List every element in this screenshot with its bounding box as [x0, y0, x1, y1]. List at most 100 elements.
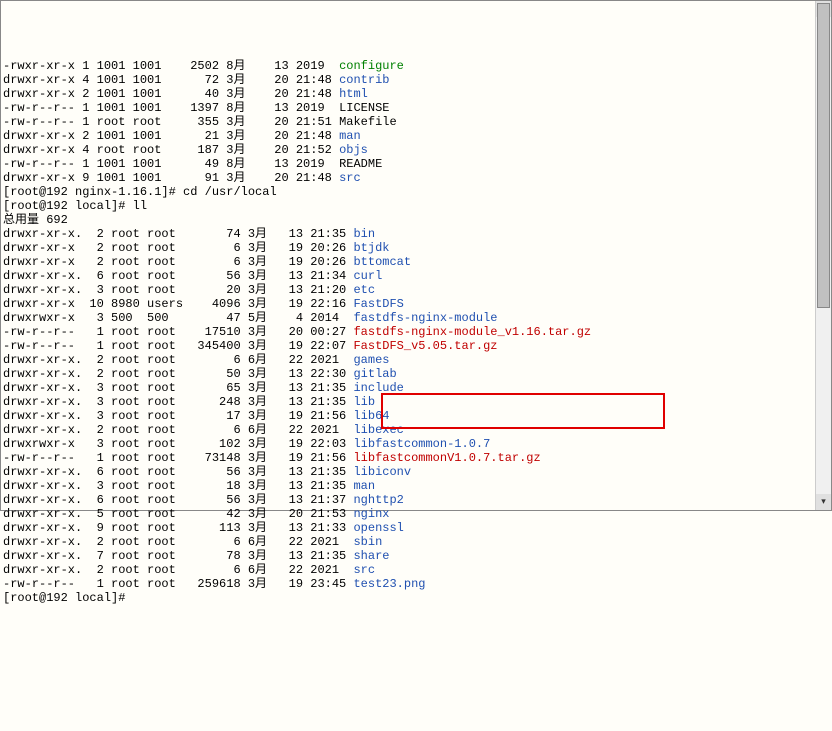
file-name: curl [353, 269, 382, 283]
file-name: fastdfs-nginx-module [353, 311, 497, 325]
row-meta: drwxr-xr-x 4 1001 1001 72 3月 20 21:48 [3, 73, 339, 87]
row-meta: drwxr-xr-x. 2 root root 74 3月 13 21:35 [3, 227, 353, 241]
list-row: drwxr-xr-x 10 8980 users 4096 3月 19 22:1… [3, 297, 829, 311]
row-meta: drwxr-xr-x. 2 root root 6 6月 22 2021 [3, 563, 353, 577]
row-meta: -rw-r--r-- 1 1001 1001 49 8月 13 2019 [3, 157, 339, 171]
prompt-line[interactable]: [root@192 local]# [3, 591, 829, 605]
list-row: drwxr-xr-x. 2 root root 50 3月 13 22:30 g… [3, 367, 829, 381]
list-row: drwxr-xr-x. 6 root root 56 3月 13 21:34 c… [3, 269, 829, 283]
row-meta: -rw-r--r-- 1 root root 17510 3月 20 00:27 [3, 325, 353, 339]
total-line: 总用量 692 [3, 213, 829, 227]
file-name: bttomcat [353, 255, 411, 269]
list-row: drwxr-xr-x. 2 root root 74 3月 13 21:35 b… [3, 227, 829, 241]
list-row: drwxr-xr-x 2 root root 6 3月 19 20:26 btt… [3, 255, 829, 269]
row-meta: drwxr-xr-x. 3 root root 18 3月 13 21:35 [3, 479, 353, 493]
list-row: drwxr-xr-x 2 1001 1001 21 3月 20 21:48 ma… [3, 129, 829, 143]
list-row: drwxr-xr-x. 2 root root 6 6月 22 2021 gam… [3, 353, 829, 367]
list-row: -rw-r--r-- 1 1001 1001 1397 8月 13 2019 L… [3, 101, 829, 115]
shell-prompt: [root@192 local]# [3, 591, 133, 605]
file-name: include [353, 381, 403, 395]
list-row: drwxr-xr-x. 3 root root 248 3月 13 21:35 … [3, 395, 829, 409]
row-meta: -rw-r--r-- 1 root root 259618 3月 19 23:4… [3, 577, 353, 591]
list-row: drwxr-xr-x 4 root root 187 3月 20 21:52 o… [3, 143, 829, 157]
file-name: lib64 [353, 409, 389, 423]
list-row: drwxr-xr-x 4 1001 1001 72 3月 20 21:48 co… [3, 73, 829, 87]
row-meta: -rw-r--r-- 1 root root 73148 3月 19 21:56 [3, 451, 353, 465]
list-row: drwxr-xr-x. 6 root root 56 3月 13 21:35 l… [3, 465, 829, 479]
file-name: gitlab [353, 367, 396, 381]
row-meta: drwxr-xr-x. 2 root root 6 6月 22 2021 [3, 353, 353, 367]
row-meta: drwxr-xr-x. 7 root root 78 3月 13 21:35 [3, 549, 353, 563]
list-row: drwxrwxr-x 3 root root 102 3月 19 22:03 l… [3, 437, 829, 451]
row-meta: drwxr-xr-x 10 8980 users 4096 3月 19 22:1… [3, 297, 353, 311]
row-meta: drwxr-xr-x 2 1001 1001 40 3月 20 21:48 [3, 87, 339, 101]
list-row: drwxr-xr-x. 3 root root 17 3月 19 21:56 l… [3, 409, 829, 423]
list-row: drwxr-xr-x. 6 root root 56 3月 13 21:37 n… [3, 493, 829, 507]
list-row: drwxr-xr-x. 5 root root 42 3月 20 21:53 n… [3, 507, 829, 521]
command-text: ll [133, 199, 147, 213]
terminal-output[interactable]: -rwxr-xr-x 1 1001 1001 2502 8月 13 2019 c… [3, 59, 829, 605]
file-name: Makefile [339, 115, 397, 129]
scrollbar-thumb[interactable] [817, 3, 830, 308]
list-row: -rw-r--r-- 1 root root 345400 3月 19 22:0… [3, 339, 829, 353]
list-row: drwxr-xr-x. 2 root root 6 6月 22 2021 src [3, 563, 829, 577]
row-meta: drwxr-xr-x. 3 root root 17 3月 19 21:56 [3, 409, 353, 423]
file-name: games [353, 353, 389, 367]
row-meta: drwxrwxr-x 3 root root 102 3月 19 22:03 [3, 437, 353, 451]
file-name: objs [339, 143, 368, 157]
file-name: lib [353, 395, 375, 409]
list-row: drwxr-xr-x. 2 root root 6 6月 22 2021 lib… [3, 423, 829, 437]
row-meta: drwxr-xr-x. 5 root root 42 3月 20 21:53 [3, 507, 353, 521]
file-name: openssl [353, 521, 403, 535]
file-name: html [339, 87, 368, 101]
file-name: libfastcommon-1.0.7 [353, 437, 490, 451]
list-row: -rw-r--r-- 1 1001 1001 49 8月 13 2019 REA… [3, 157, 829, 171]
list-row: drwxr-xr-x. 3 root root 18 3月 13 21:35 m… [3, 479, 829, 493]
file-name: FastDFS [353, 297, 403, 311]
file-name: src [339, 171, 361, 185]
row-meta: drwxr-xr-x. 3 root root 65 3月 13 21:35 [3, 381, 353, 395]
row-meta: drwxr-xr-x. 3 root root 248 3月 13 21:35 [3, 395, 353, 409]
row-meta: drwxr-xr-x 2 root root 6 3月 19 20:26 [3, 255, 353, 269]
file-name: src [353, 563, 375, 577]
list-row: drwxr-xr-x. 7 root root 78 3月 13 21:35 s… [3, 549, 829, 563]
file-name: libexec [353, 423, 403, 437]
list-row: drwxr-xr-x. 2 root root 6 6月 22 2021 sbi… [3, 535, 829, 549]
file-name: libfastcommonV1.0.7.tar.gz [353, 451, 540, 465]
row-meta: drwxr-xr-x. 3 root root 20 3月 13 21:20 [3, 283, 353, 297]
list-row: -rw-r--r-- 1 root root 355 3月 20 21:51 M… [3, 115, 829, 129]
row-meta: drwxr-xr-x 2 root root 6 3月 19 20:26 [3, 241, 353, 255]
vertical-scrollbar[interactable]: ▴ ▾ [815, 1, 831, 510]
list-row: -rw-r--r-- 1 root root 73148 3月 19 21:56… [3, 451, 829, 465]
file-name: configure [339, 59, 404, 73]
row-meta: drwxr-xr-x. 6 root root 56 3月 13 21:34 [3, 269, 353, 283]
row-meta: drwxr-xr-x. 2 root root 6 6月 22 2021 [3, 423, 353, 437]
row-meta: drwxr-xr-x. 6 root root 56 3月 13 21:35 [3, 465, 353, 479]
row-meta: -rw-r--r-- 1 root root 355 3月 20 21:51 [3, 115, 339, 129]
row-meta: drwxr-xr-x. 2 root root 6 6月 22 2021 [3, 535, 353, 549]
list-row: drwxrwxr-x 3 500 500 47 5月 4 2014 fastdf… [3, 311, 829, 325]
list-row: drwxr-xr-x 2 root root 6 3月 19 20:26 btj… [3, 241, 829, 255]
list-row: drwxr-xr-x 9 1001 1001 91 3月 20 21:48 sr… [3, 171, 829, 185]
prompt-line: [root@192 local]# ll [3, 199, 829, 213]
shell-prompt: [root@192 nginx-1.16.1]# [3, 185, 183, 199]
file-name: nghttp2 [353, 493, 403, 507]
row-meta: drwxr-xr-x 9 1001 1001 91 3月 20 21:48 [3, 171, 339, 185]
file-name: etc [353, 283, 375, 297]
file-name: README [339, 157, 382, 171]
file-name: nginx [353, 507, 389, 521]
shell-prompt: [root@192 local]# [3, 199, 133, 213]
row-meta: drwxr-xr-x. 9 root root 113 3月 13 21:33 [3, 521, 353, 535]
file-name: bin [353, 227, 375, 241]
list-row: -rw-r--r-- 1 root root 17510 3月 20 00:27… [3, 325, 829, 339]
list-row: drwxr-xr-x. 3 root root 20 3月 13 21:20 e… [3, 283, 829, 297]
row-meta: drwxr-xr-x 2 1001 1001 21 3月 20 21:48 [3, 129, 339, 143]
scroll-down-arrow[interactable]: ▾ [816, 494, 831, 510]
row-meta: -rwxr-xr-x 1 1001 1001 2502 8月 13 2019 [3, 59, 339, 73]
prompt-line: [root@192 nginx-1.16.1]# cd /usr/local [3, 185, 829, 199]
file-name: btjdk [353, 241, 389, 255]
list-row: drwxr-xr-x 2 1001 1001 40 3月 20 21:48 ht… [3, 87, 829, 101]
row-meta: -rw-r--r-- 1 root root 345400 3月 19 22:0… [3, 339, 353, 353]
row-meta: drwxr-xr-x. 6 root root 56 3月 13 21:37 [3, 493, 353, 507]
row-meta: drwxr-xr-x. 2 root root 50 3月 13 22:30 [3, 367, 353, 381]
